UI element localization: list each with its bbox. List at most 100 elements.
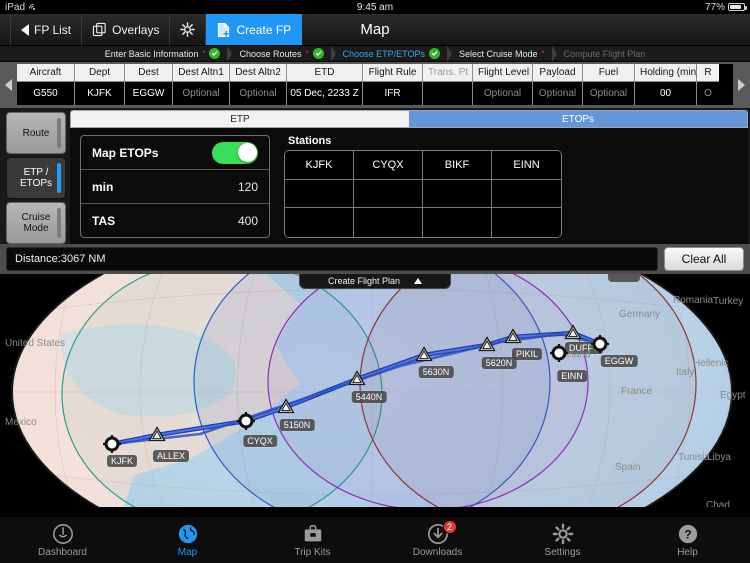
fp-table-column: Fuel Optional	[583, 64, 635, 105]
etp-etops-tabs: ETP ETOPs	[70, 110, 748, 128]
map-etops-toggle[interactable]	[212, 141, 258, 164]
station-cell[interactable]	[492, 208, 561, 237]
wizard-breadcrumb: Enter Basic Information * Choose Routes * Ch…	[0, 45, 750, 62]
station-cell[interactable]	[492, 179, 561, 209]
tab-etops[interactable]: ETOPs	[409, 111, 747, 127]
gear-icon	[552, 523, 574, 545]
fp-table-column: Holding (min) 00	[635, 64, 699, 105]
side-tab-etpetops[interactable]: ETP / ETOPs	[6, 157, 66, 199]
map-etops-label: Map ETOPs	[92, 145, 159, 160]
station-cell[interactable]: CYQX	[354, 151, 423, 180]
required-asterisk: *	[202, 49, 206, 58]
create-flight-plan-collapse-bar[interactable]: Create Flight Plan	[299, 274, 451, 289]
status-time: 9:45 am	[356, 1, 394, 13]
tas-row: TAS 400	[81, 204, 269, 237]
fp-column-header: Fuel	[583, 64, 634, 82]
fp-table-column: Payload Optional	[533, 64, 583, 105]
panel-side-tabs: Route ETP / ETOPs Cruise Mode	[0, 110, 70, 244]
map-region-label: Hellenic	[693, 358, 729, 369]
create-flight-plan-label: Create Flight Plan	[327, 276, 401, 286]
station-cell[interactable]	[354, 208, 423, 237]
fp-column-header: Dest Altn1	[173, 64, 229, 82]
clear-all-button[interactable]: Clear All	[664, 247, 744, 271]
map-etops-row: Map ETOPs	[81, 136, 269, 170]
fp-column-value[interactable]: G550	[17, 82, 74, 105]
fp-column-value[interactable]: Optional	[230, 82, 286, 105]
fp-column-value[interactable]: Optional	[173, 82, 229, 105]
fp-column-value[interactable]: KJFK	[75, 82, 124, 105]
fp-column-value[interactable]: Optional	[473, 82, 532, 105]
wizard-step-3[interactable]: Select Cruise Mode *	[452, 49, 552, 59]
create-fp-button[interactable]: Create FP	[206, 14, 303, 45]
fp-table-column: Aircraft G550	[17, 64, 75, 105]
station-cell[interactable]	[423, 208, 492, 237]
required-asterisk: *	[541, 49, 545, 58]
notification-badge: 2	[442, 519, 457, 534]
station-cell[interactable]: KJFK	[285, 151, 354, 180]
station-cell[interactable]	[285, 208, 354, 237]
bottom-tab-bar: Dashboard Map Trip Kits 2 Downloads Settings?…	[0, 517, 750, 563]
tab-label: Map	[177, 546, 198, 558]
fp-column-value[interactable]: 00	[635, 82, 696, 105]
fp-column-value[interactable]: EGGW	[125, 82, 172, 105]
tab-settings[interactable]: Settings	[500, 523, 625, 558]
fp-table-column: Flight Rule IFR	[363, 64, 423, 105]
tab-downloads[interactable]: 2 Downloads	[375, 519, 500, 558]
wizard-step-1[interactable]: Choose Routes *	[232, 48, 330, 59]
fp-column-value[interactable]: 05 Dec, 2233 Z	[287, 82, 362, 105]
map-waypoint-label: EGGW	[600, 355, 638, 367]
wizard-step-label: Choose Routes	[239, 48, 302, 59]
fp-column-value[interactable]: Optional	[583, 82, 634, 105]
top-navigation-bar: FP List Overlays Create FP Map	[0, 14, 750, 46]
panel-resize-handle[interactable]	[608, 274, 640, 282]
tab-map[interactable]: Map	[125, 523, 250, 558]
wizard-step-label: Enter Basic Information	[104, 48, 199, 59]
einn-etops-ring	[267, 274, 589, 507]
map-region-label: United States	[5, 338, 66, 349]
check-icon	[209, 48, 221, 59]
wizard-step-4[interactable]: Compute Flight Plan	[557, 49, 653, 59]
fp-table-column: RO	[697, 64, 719, 105]
map-region-label: Spain	[615, 462, 641, 473]
tab-label: Trip Kits	[294, 546, 331, 558]
station-cell[interactable]	[423, 179, 492, 209]
min-row: min 120	[81, 170, 269, 204]
fp-column-header: Flight Level	[473, 64, 532, 82]
side-tab-cruisemode[interactable]: Cruise Mode	[6, 202, 66, 244]
tas-value-input[interactable]: 400	[238, 214, 258, 228]
min-value-input[interactable]: 120	[238, 180, 258, 194]
map-region-label: Libya	[707, 452, 731, 463]
tab-trip-kits[interactable]: Trip Kits	[250, 523, 375, 558]
fp-column-value[interactable]: Optional	[533, 82, 582, 105]
tab-etp[interactable]: ETP	[71, 111, 409, 127]
table-scroll-right-button[interactable]	[733, 64, 750, 105]
tab-dashboard[interactable]: Dashboard	[0, 523, 125, 558]
fp-list-back-button[interactable]: FP List	[10, 14, 83, 45]
map-waypoint-label: EINN	[557, 370, 587, 382]
wizard-step-2[interactable]: Choose ETP/ETOPs	[336, 48, 447, 59]
chevron-left-icon	[21, 23, 29, 36]
fp-table-column: Dept KJFK	[75, 64, 125, 105]
tab-label: Downloads	[412, 546, 463, 558]
station-cell[interactable]	[354, 179, 423, 209]
station-cell[interactable]	[285, 179, 354, 209]
side-tab-route[interactable]: Route	[6, 112, 66, 154]
chevron-left-icon	[5, 78, 12, 91]
fp-table-column: Dest Altn1 Optional	[173, 64, 230, 105]
overlays-button[interactable]: Overlays	[82, 14, 171, 45]
create-fp-label: Create FP	[236, 22, 292, 37]
fp-column-value[interactable]: O	[697, 82, 719, 105]
map-waypoint-label: PIKIL	[511, 348, 543, 360]
triangle-up-icon	[414, 278, 423, 284]
tab-label: Help	[677, 546, 698, 558]
station-cell[interactable]: BIKF	[423, 151, 492, 180]
fp-column-value[interactable]: IFR	[363, 82, 422, 105]
wizard-step-0[interactable]: Enter Basic Information *	[98, 48, 228, 59]
table-scroll-left-button[interactable]	[0, 64, 17, 105]
settings-gear-button[interactable]	[170, 14, 207, 45]
map-view[interactable]: United States Mexico Germany Romania Turkey I…	[0, 274, 750, 507]
map-region-label: Egypt	[720, 390, 746, 401]
station-cell[interactable]: EINN	[492, 151, 561, 180]
tab-help[interactable]: ? Help	[625, 523, 750, 558]
fp-column-value[interactable]	[423, 82, 472, 105]
